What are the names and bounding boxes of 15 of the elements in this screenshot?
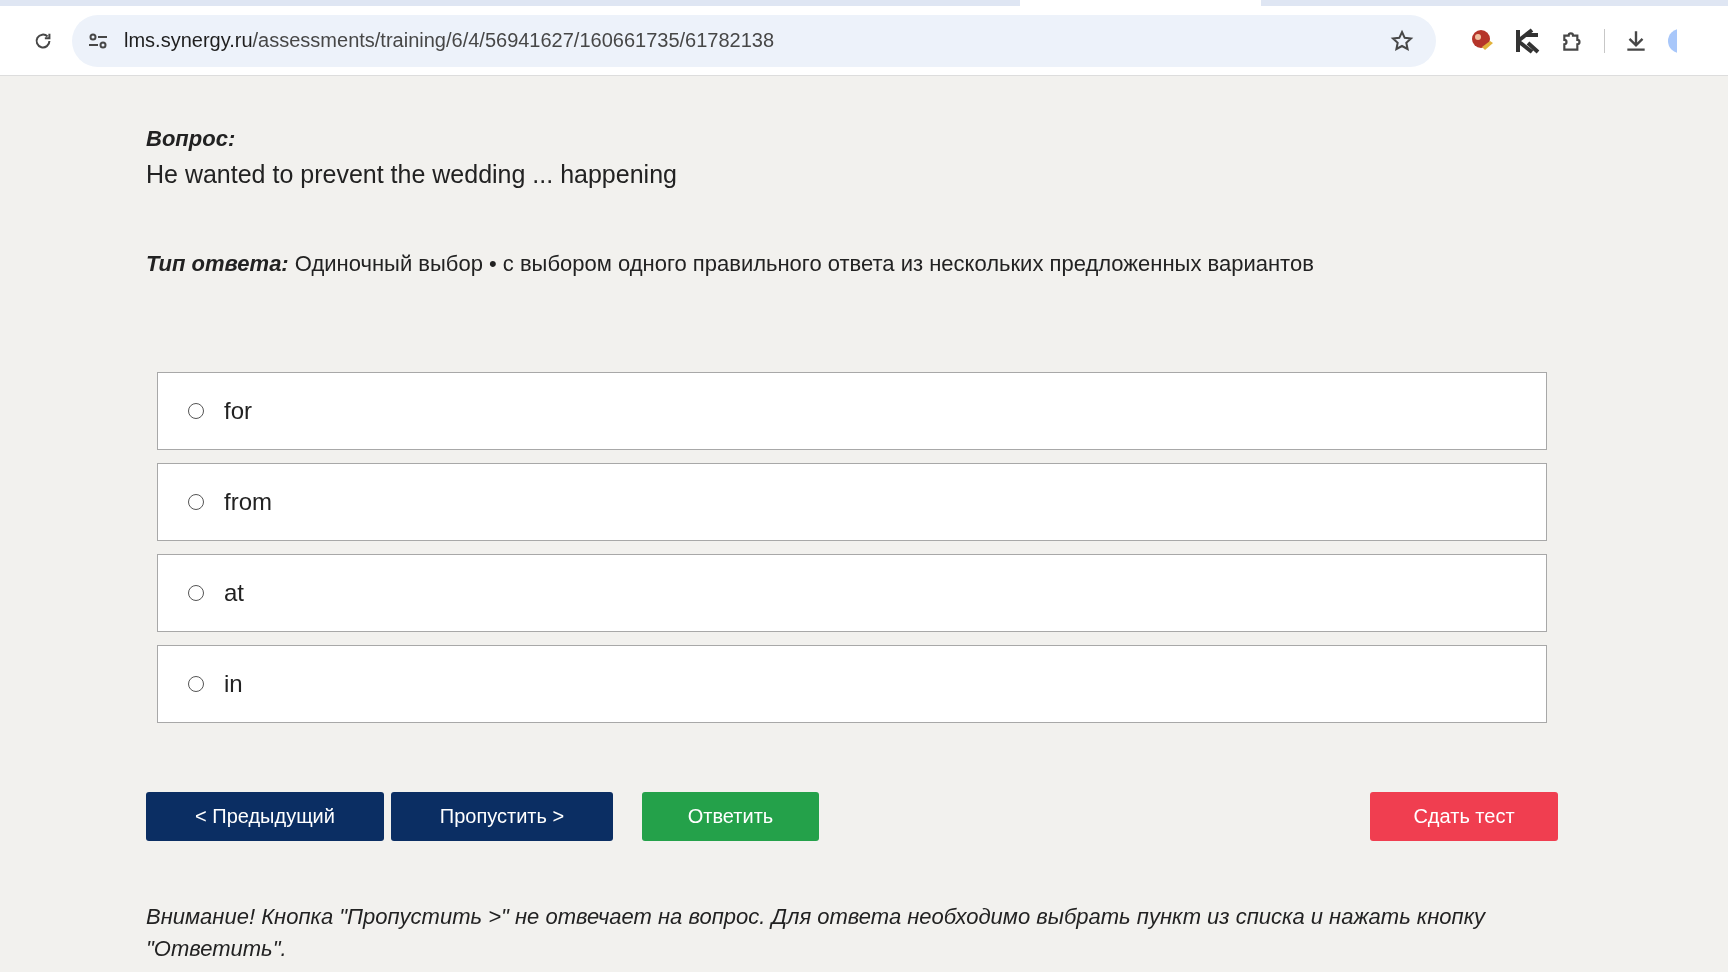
- navigation-button[interactable]: < Предыдущий: [146, 792, 384, 841]
- address-bar[interactable]: lms.synergy.ru/assessments/training/6/4/56941627/160661735/61782138: [72, 14, 1436, 67]
- notice-text: Внимание! Кнопка "Пропустить >" не отвечает на вопрос. Для ответа необходимо выбрать пункт из списка и нажать кнопку "Ответить".: [146, 903, 1487, 963]
- question-label: Вопрос:: [146, 126, 237, 152]
- submit-test-button[interactable]: Сдать тест: [1370, 792, 1558, 841]
- answer-option[interactable]: from: [157, 463, 1547, 541]
- answer-type-text: Тип ответа: Одиночный выбор • с выбором одного правильного ответа из нескольких предложенных вариантов: [146, 251, 1315, 277]
- answer-option[interactable]: in: [157, 645, 1547, 723]
- star-icon[interactable]: [1390, 28, 1414, 53]
- answer-option[interactable]: for: [157, 372, 1547, 450]
- navigation-button[interactable]: Пропустить >: [391, 792, 613, 841]
- k-logo-icon[interactable]: [1514, 26, 1542, 55]
- answer-option[interactable]: at: [157, 554, 1547, 632]
- question-text: He wanted to prevent the wedding ... happening: [146, 160, 678, 189]
- url-text: lms.synergy.ru/assessments/training/6/4/56941627/160661735/61782138: [124, 29, 776, 52]
